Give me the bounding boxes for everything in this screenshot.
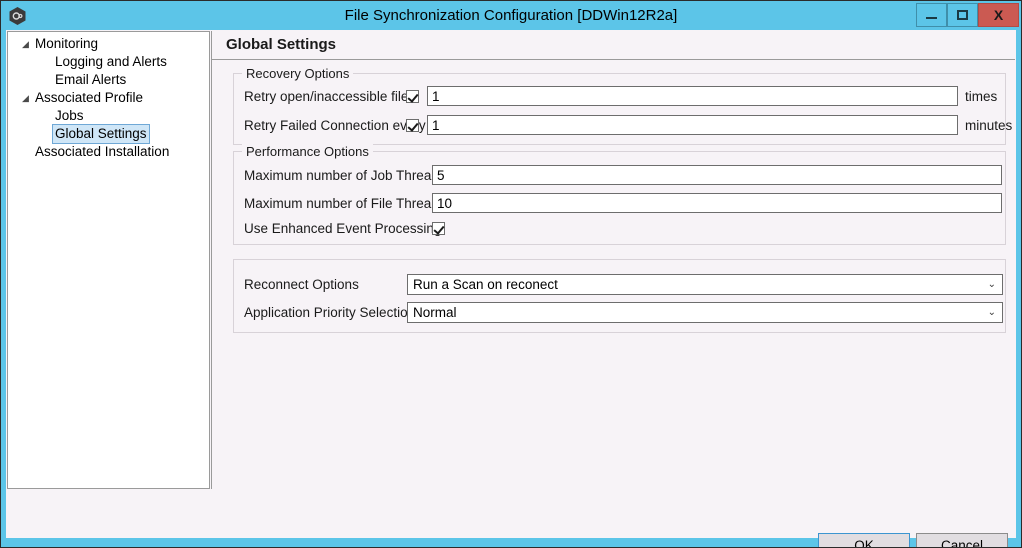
retry-open-files-input[interactable]	[427, 86, 958, 106]
sidebar-item-logging-and-alerts[interactable]: Logging and Alerts	[55, 53, 169, 71]
close-icon: X	[993, 7, 1004, 23]
sidebar-item-label: Associated Installation	[35, 144, 170, 159]
expander-icon[interactable]: ◢	[22, 89, 32, 107]
performance-options-group: Performance Options Maximum number of Jo…	[233, 144, 1006, 245]
retry-open-files-checkbox[interactable]	[406, 89, 419, 103]
sidebar-item-associated-installation[interactable]: Associated Installation	[35, 143, 169, 161]
ok-button[interactable]: OK	[818, 533, 910, 547]
sidebar-item-label: Logging and Alerts	[55, 54, 167, 69]
retry-failed-connection-row: Retry Failed Connection every minutes	[244, 115, 1012, 135]
cancel-button[interactable]: Cancel	[916, 533, 1008, 547]
sidebar-item-associated-profile[interactable]: ◢ Associated Profile	[22, 89, 169, 107]
sidebar-item-label: Email Alerts	[55, 72, 127, 87]
minimize-icon	[926, 17, 937, 19]
performance-options-title: Performance Options	[242, 144, 373, 159]
reconnect-options-group: Reconnect Options Run a Scan on reconect…	[233, 259, 1006, 333]
sidebar-item-label: Global Settings	[52, 124, 150, 144]
enhanced-event-processing-label: Use Enhanced Event Processing	[244, 221, 442, 236]
chevron-down-icon: ⌄	[987, 306, 996, 318]
job-threads-row: Maximum number of Job Threads	[244, 165, 1002, 185]
window-title: File Synchronization Configuration [DDWi…	[344, 7, 678, 24]
dialog-button-bar: OK Cancel	[6, 490, 1016, 547]
minimize-button[interactable]	[916, 3, 947, 27]
job-threads-input[interactable]	[432, 165, 1002, 185]
reconnect-options-value: Run a Scan on reconect	[413, 277, 558, 292]
title-bar[interactable]: File Synchronization Configuration [DDWi…	[1, 1, 1021, 30]
close-button[interactable]: X	[978, 3, 1019, 27]
sidebar-item-label: Monitoring	[35, 36, 99, 51]
retry-failed-connection-input[interactable]	[427, 115, 958, 135]
retry-open-files-label: Retry open/inaccessible files	[244, 88, 416, 104]
sidebar-item-global-settings[interactable]: Global Settings	[52, 124, 169, 144]
reconnect-options-row: Reconnect Options Run a Scan on reconect…	[244, 274, 1003, 295]
maximize-button[interactable]	[947, 3, 978, 27]
reconnect-options-label: Reconnect Options	[244, 277, 359, 292]
settings-pane: Global Settings Recovery Options Retry o…	[211, 31, 1015, 489]
retry-failed-connection-checkbox[interactable]	[406, 118, 419, 132]
sidebar-item-monitoring[interactable]: ◢ Monitoring	[22, 35, 169, 53]
file-threads-row: Maximum number of File Threads	[244, 193, 1002, 213]
application-window: File Synchronization Configuration [DDWi…	[0, 0, 1022, 548]
sidebar-item-label: Jobs	[55, 108, 84, 123]
client-area: ◢ Monitoring Logging and Alerts Email Alert…	[6, 30, 1016, 547]
chevron-down-icon: ⌄	[987, 278, 996, 290]
enhanced-event-processing-row: Use Enhanced Event Processing	[244, 221, 445, 236]
page-title: Global Settings	[212, 31, 1015, 60]
application-priority-dropdown[interactable]: Normal ⌄	[407, 302, 1003, 323]
application-priority-value: Normal	[413, 305, 457, 320]
enhanced-event-processing-checkbox[interactable]	[432, 222, 445, 235]
navigation-tree[interactable]: ◢ Monitoring Logging and Alerts Email Alert…	[7, 31, 210, 489]
expander-icon[interactable]: ◢	[22, 35, 32, 53]
recovery-options-group: Recovery Options Retry open/inaccessible…	[233, 66, 1012, 145]
file-threads-label: Maximum number of File Threads	[244, 195, 446, 211]
application-priority-row: Application Priority Selection Normal ⌄	[244, 302, 1003, 323]
app-hexagon-icon	[9, 7, 26, 25]
application-priority-label: Application Priority Selection	[244, 305, 416, 320]
sidebar-item-email-alerts[interactable]: Email Alerts	[55, 71, 169, 89]
recovery-options-title: Recovery Options	[242, 66, 354, 81]
file-threads-input[interactable]	[432, 193, 1002, 213]
maximize-icon	[957, 10, 968, 20]
retry-open-files-row: Retry open/inaccessible files times	[244, 86, 997, 106]
sidebar-item-jobs[interactable]: Jobs	[55, 107, 169, 125]
retry-open-files-unit: times	[965, 88, 998, 104]
retry-failed-connection-unit: minutes	[965, 117, 1013, 133]
reconnect-options-dropdown[interactable]: Run a Scan on reconect ⌄	[407, 274, 1003, 295]
retry-failed-connection-label: Retry Failed Connection every	[244, 117, 426, 133]
tree-item-list: ◢ Monitoring Logging and Alerts Email Alert…	[22, 35, 169, 161]
job-threads-label: Maximum number of Job Threads	[244, 167, 446, 183]
sidebar-item-label: Associated Profile	[35, 90, 144, 105]
